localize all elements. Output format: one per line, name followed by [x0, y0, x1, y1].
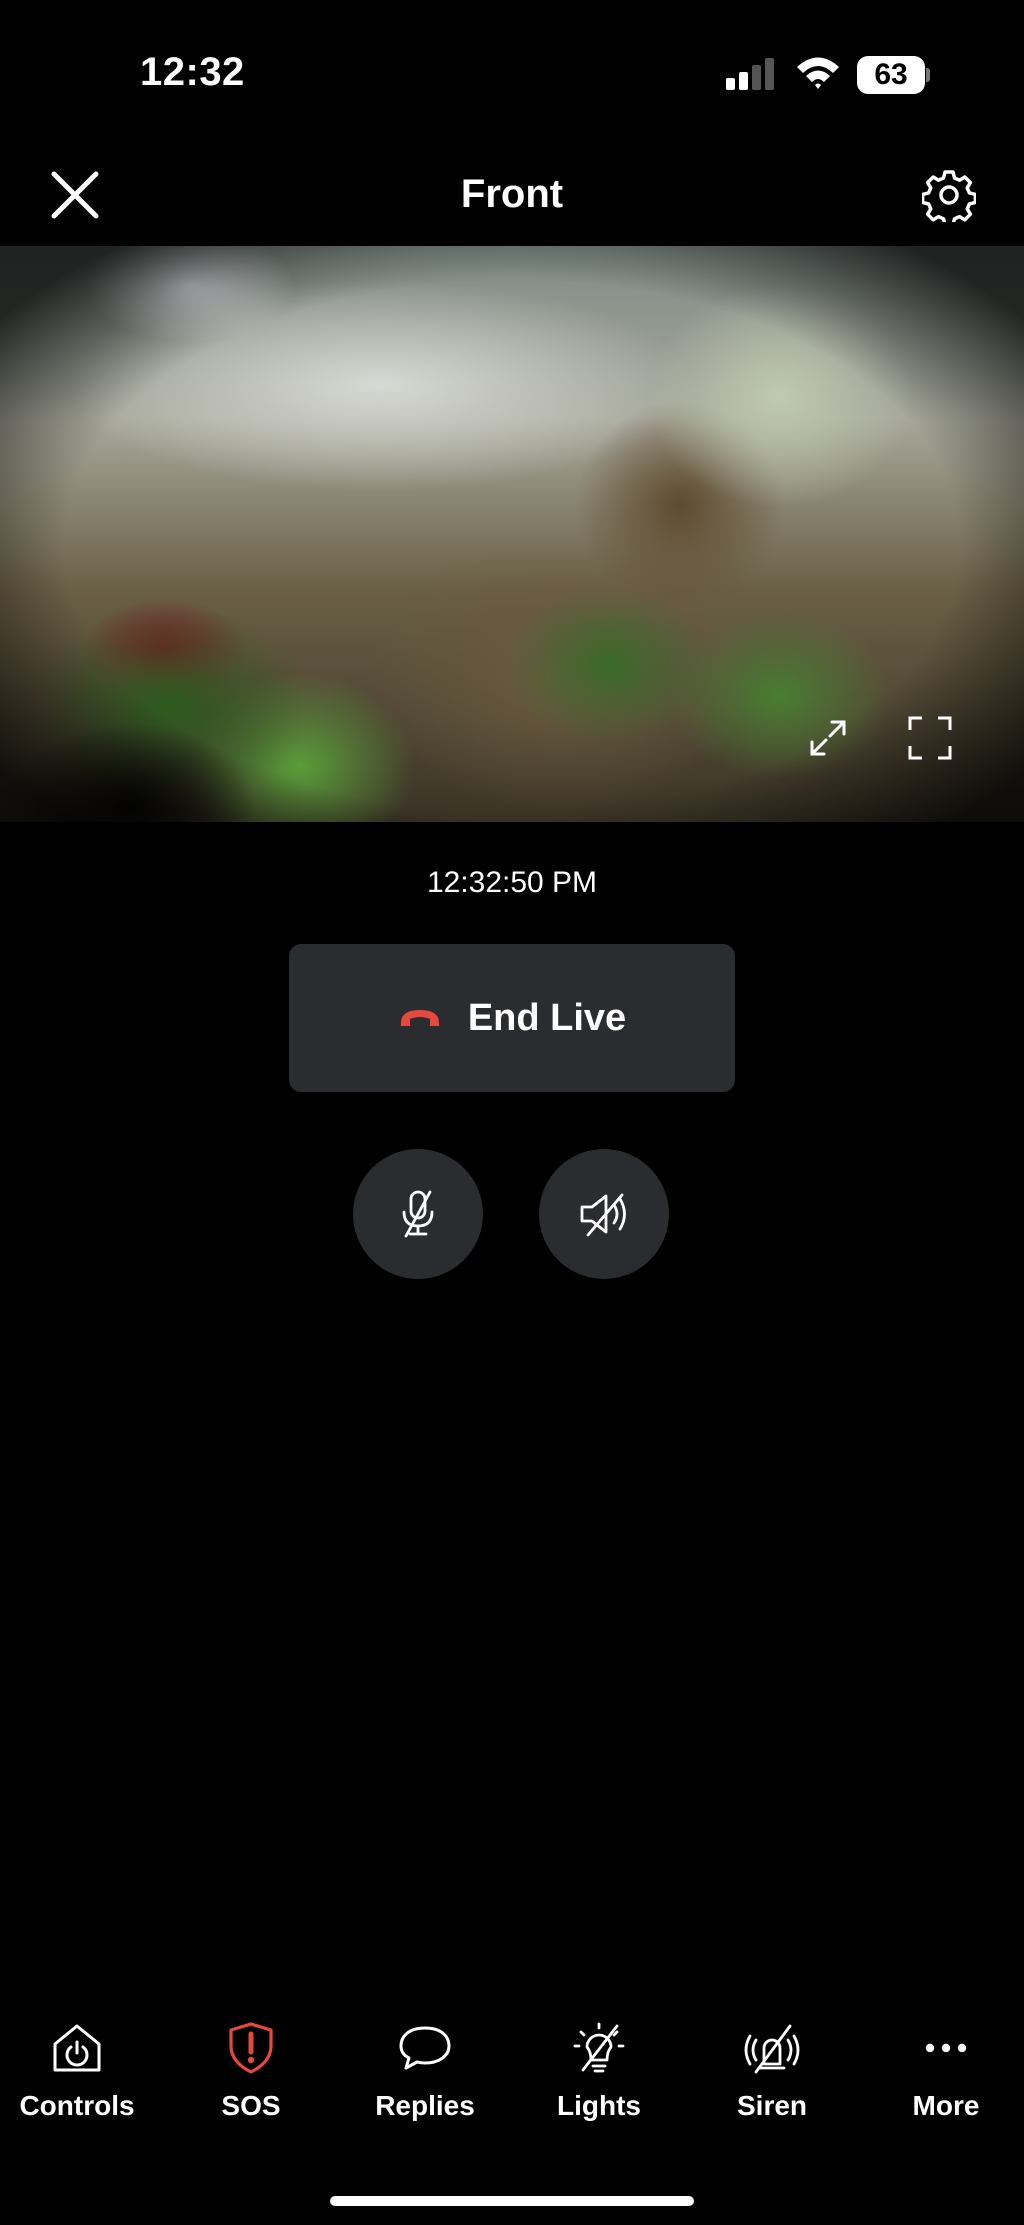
speaker-toggle-button[interactable]	[539, 1149, 669, 1279]
microphone-muted-icon	[402, 1190, 434, 1238]
expand-icon[interactable]	[806, 716, 850, 760]
speaker-muted-icon	[580, 1193, 626, 1237]
hang-up-icon	[400, 1010, 439, 1026]
nav-sos-label: SOS	[221, 2090, 281, 2121]
nav-lights-label: Lights	[557, 2090, 641, 2121]
live-timestamp: 12:32:50 PM	[426, 866, 598, 899]
nav-more[interactable]: More	[861, 2020, 1024, 2122]
camera-live-feed[interactable]	[0, 246, 1024, 822]
nav-siren-label: Siren	[736, 2090, 808, 2121]
cellular-signal-icon	[726, 58, 778, 90]
nav-replies[interactable]: Replies	[340, 2020, 510, 2122]
fullscreen-icon[interactable]	[906, 714, 954, 762]
battery-indicator: 63	[857, 56, 925, 94]
battery-nub	[926, 68, 930, 82]
light-off-icon	[573, 2022, 625, 2073]
nav-siren[interactable]: Siren	[687, 2020, 857, 2122]
nav-more-label: More	[912, 2090, 980, 2121]
nav-lights[interactable]: Lights	[514, 2020, 684, 2122]
home-indicator[interactable]	[330, 2196, 694, 2206]
power-icon	[53, 2024, 101, 2072]
nav-controls[interactable]: Controls	[0, 2020, 162, 2122]
page-title: Front	[460, 172, 564, 216]
gear-icon[interactable]	[922, 168, 976, 222]
nav-sos[interactable]: SOS	[166, 2020, 336, 2122]
end-live-button[interactable]: End Live	[289, 944, 735, 1092]
microphone-toggle-button[interactable]	[353, 1149, 483, 1279]
more-dots-icon	[925, 2043, 967, 2053]
shield-alert-icon	[229, 2022, 273, 2074]
chat-bubble-icon	[399, 2026, 451, 2070]
nav-controls-label: Controls	[19, 2090, 135, 2121]
end-live-label: End Live	[467, 996, 627, 1039]
siren-off-icon	[744, 2024, 800, 2074]
status-time: 12:32	[140, 50, 245, 94]
wifi-icon	[797, 57, 839, 89]
nav-replies-label: Replies	[375, 2090, 475, 2121]
